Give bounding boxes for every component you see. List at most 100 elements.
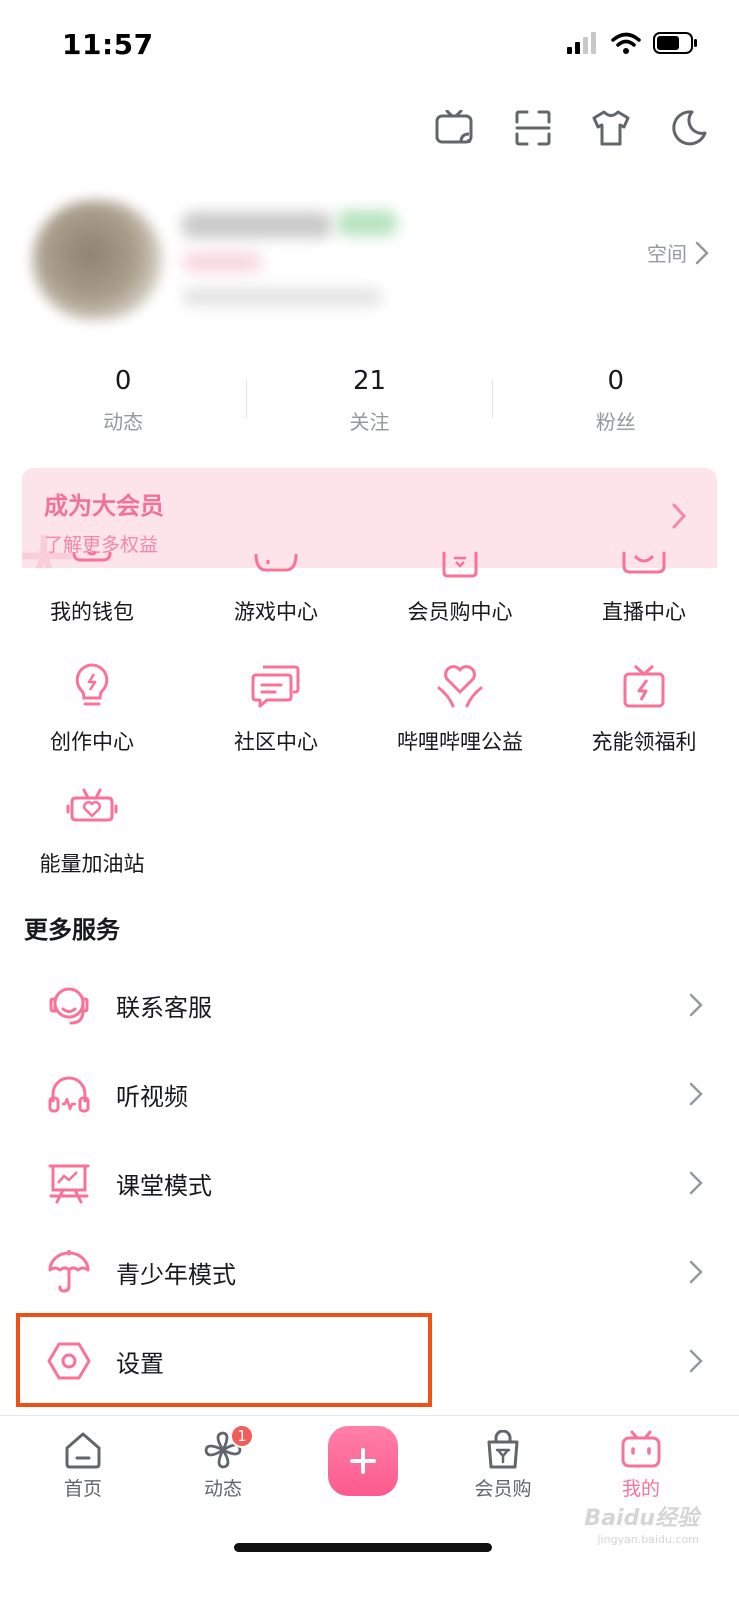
divider — [246, 380, 248, 418]
stats-row: 0 动态 21 关注 0 粉丝 — [0, 360, 739, 450]
home-indicator — [234, 1543, 492, 1552]
home-icon — [65, 1432, 101, 1469]
chat-icon — [250, 660, 302, 712]
avatar[interactable] — [32, 200, 162, 320]
nav-label: 首页 — [63, 1478, 102, 1500]
nav-mall[interactable]: 会员购 — [448, 1430, 558, 1501]
nav-label: 会员购 — [474, 1478, 532, 1500]
shopping-bag-icon — [487, 1430, 519, 1469]
chevron-right-icon — [689, 1082, 703, 1106]
grid-item-label: 社区中心 — [234, 730, 318, 754]
moon-icon — [672, 110, 707, 146]
menu-item-label: 听视频 — [116, 1082, 188, 1111]
stat-value: 0 — [114, 366, 132, 396]
nav-label: 动态 — [203, 1478, 242, 1500]
coins-blurred — [182, 288, 382, 306]
headphones-icon — [46, 1071, 92, 1117]
chevron-right-icon — [695, 241, 709, 264]
grid-item-label: 充能领福利 — [591, 730, 697, 754]
chevron-right-icon — [689, 1260, 703, 1284]
stat-value: 0 — [607, 366, 625, 396]
grid-item-community-center[interactable]: 社区中心 — [184, 660, 368, 756]
battery-icon — [653, 32, 697, 54]
menu-item-teen-mode[interactable]: 青少年模式 — [0, 1227, 739, 1317]
settings-highlight-box — [16, 1313, 432, 1407]
stat-label: 粉丝 — [595, 410, 636, 434]
grid-item-wallet[interactable]: 我的钱包 — [0, 552, 184, 626]
status-icons — [567, 32, 699, 54]
energy-station-icon — [66, 782, 118, 834]
heart-hands-icon — [434, 660, 486, 712]
nav-mine[interactable]: 我的 — [586, 1430, 696, 1501]
classroom-icon — [46, 1160, 92, 1206]
menu-item-label: 课堂模式 — [116, 1171, 212, 1200]
grid-item-label: 游戏中心 — [234, 600, 318, 624]
stat-following[interactable]: 21 关注 — [246, 360, 493, 450]
stat-followers[interactable]: 0 粉丝 — [493, 360, 739, 450]
vip-title: 成为大会员 — [44, 492, 164, 520]
grid-item-label: 创作中心 — [50, 730, 134, 754]
nav-label: 我的 — [621, 1478, 660, 1500]
grid-item-energy-rewards[interactable]: 充能领福利 — [552, 660, 736, 756]
gamepad-icon — [250, 552, 302, 582]
grid-item-label: 会员购中心 — [407, 600, 513, 624]
publish-button[interactable] — [328, 1426, 398, 1496]
username-blurred — [182, 212, 332, 238]
scan-button[interactable] — [513, 108, 553, 148]
lightbulb-icon — [66, 660, 118, 712]
grid-item-mall-center[interactable]: 会员购中心 — [368, 552, 552, 626]
gift-bolt-icon — [618, 660, 670, 712]
menu-item-customer-service[interactable]: 联系客服 — [0, 960, 739, 1050]
grid-item-label: 能量加油站 — [39, 852, 145, 876]
vip-tag-blurred — [182, 252, 262, 272]
menu-item-label: 联系客服 — [116, 993, 212, 1022]
stat-label: 关注 — [349, 410, 390, 434]
chevron-right-icon — [689, 993, 703, 1017]
scan-icon — [515, 110, 551, 146]
profile-card[interactable]: 空间 — [22, 190, 717, 330]
more-services-title: 更多服务 — [24, 916, 120, 944]
menu-item-classroom-mode[interactable]: 课堂模式 — [0, 1138, 739, 1228]
status-time: 11:57 — [62, 28, 154, 61]
shopping-bag-icon — [434, 552, 486, 582]
chevron-right-icon — [689, 1171, 703, 1195]
headset-icon — [46, 982, 92, 1028]
level-badge-blurred — [337, 210, 397, 236]
space-label: 空间 — [647, 242, 687, 266]
watermark-url: jingyan.baidu.com — [597, 1533, 699, 1546]
night-mode-button[interactable] — [669, 108, 709, 148]
nav-dynamics[interactable]: 1 动态 — [168, 1424, 278, 1501]
tv-face-icon — [621, 1430, 661, 1468]
tshirt-icon — [592, 110, 630, 146]
grid-item-charity[interactable]: 哔哩哔哩公益 — [368, 660, 552, 756]
grid-item-energy-station[interactable]: 能量加油站 — [0, 782, 184, 878]
watermark: Baidu经验 — [584, 1506, 699, 1531]
chevron-right-icon — [689, 1349, 703, 1373]
status-bar: 11:57 — [0, 0, 739, 90]
grid-item-game-center[interactable]: 游戏中心 — [184, 552, 368, 626]
grid-item-live-center[interactable]: 直播中心 — [552, 552, 736, 626]
grid-item-label: 直播中心 — [602, 600, 686, 624]
menu-item-label: 青少年模式 — [116, 1260, 236, 1289]
wallet-icon — [66, 552, 118, 582]
grid-item-creator-center[interactable]: 创作中心 — [0, 660, 184, 756]
cast-tv-icon — [435, 110, 473, 144]
stat-label: 动态 — [103, 410, 144, 434]
stat-value: 21 — [352, 366, 387, 396]
chevron-right-icon — [672, 503, 687, 529]
theme-outfit-button[interactable] — [591, 108, 631, 148]
notification-badge: 1 — [230, 1424, 254, 1448]
top-toolbar — [435, 108, 709, 148]
grid-item-label: 哔哩哔哩公益 — [397, 730, 523, 754]
stat-dynamics[interactable]: 0 动态 — [0, 360, 246, 450]
menu-item-listen-video[interactable]: 听视频 — [0, 1049, 739, 1139]
cast-tv-button[interactable] — [435, 108, 475, 148]
umbrella-icon — [46, 1249, 92, 1295]
signal-icon — [567, 32, 596, 54]
plus-icon — [350, 1448, 376, 1474]
wifi-icon — [611, 32, 641, 54]
live-icon — [618, 552, 670, 582]
grid-item-label: 我的钱包 — [50, 600, 134, 624]
nav-home[interactable]: 首页 — [28, 1430, 138, 1501]
space-link[interactable]: 空间 — [647, 238, 709, 267]
